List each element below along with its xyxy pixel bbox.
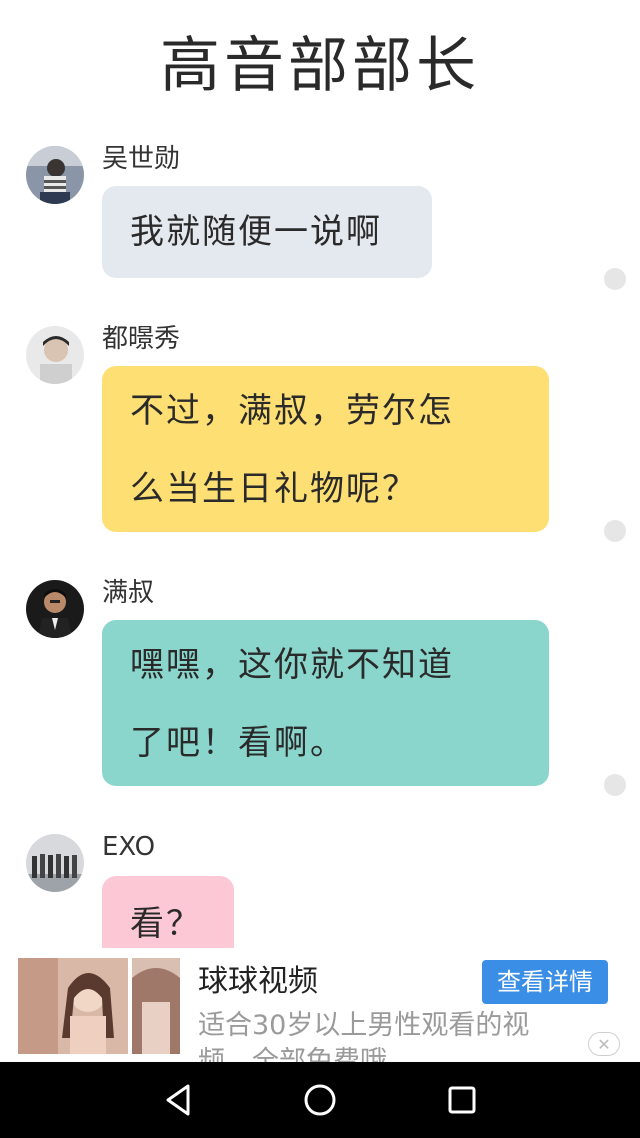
avatar-manshu[interactable] (26, 580, 84, 638)
sender-name: 都暻秀 (102, 324, 181, 354)
recents-icon[interactable] (440, 1078, 484, 1122)
ad-details-button[interactable]: 查看详情 (482, 960, 608, 1004)
avatar-dujingxiu[interactable] (26, 326, 84, 384)
message-line: 不过，满叔，劳尔怎 (130, 391, 454, 431)
sender-name: 吴世勋 (102, 144, 181, 174)
status-dot (604, 520, 626, 542)
message-line: 么当生日礼物呢？ (130, 469, 418, 509)
avatar-exo[interactable] (26, 834, 84, 892)
message-bubble[interactable]: 嘿嘿，这你就不知道 了吧！看啊。 (102, 620, 549, 786)
ad-thumbnail-left[interactable] (18, 958, 128, 1054)
sender-name: 满叔 (102, 578, 155, 608)
ad-close-button[interactable]: ✕ (588, 1032, 620, 1056)
message-line: 我就随便一说啊 (130, 212, 382, 252)
avatar-wushixun[interactable] (26, 146, 84, 204)
message-bubble[interactable]: 我就随便一说啊 (102, 186, 432, 278)
sender-name: EXO (102, 832, 156, 862)
chat-title: 高音部部长 (160, 31, 480, 101)
message-line: 嘿嘿，这你就不知道 (130, 645, 454, 685)
ad-thumbnail-right[interactable] (132, 958, 180, 1054)
message-line: 看？ (130, 904, 202, 944)
back-icon[interactable] (158, 1078, 202, 1122)
message-bubble[interactable]: 不过，满叔，劳尔怎 么当生日礼物呢？ (102, 366, 549, 532)
home-icon[interactable] (298, 1078, 342, 1122)
ad-description[interactable]: 适合30岁以上男性观看的视频，全部免费哦 (198, 1008, 578, 1062)
system-navigation-bar (0, 1062, 640, 1138)
status-dot (604, 774, 626, 796)
status-dot (604, 268, 626, 290)
ad-title[interactable]: 球球视频 (198, 962, 318, 1002)
message-line: 了吧！看啊。 (130, 723, 346, 763)
message-bubble[interactable]: 看？ (102, 876, 234, 948)
